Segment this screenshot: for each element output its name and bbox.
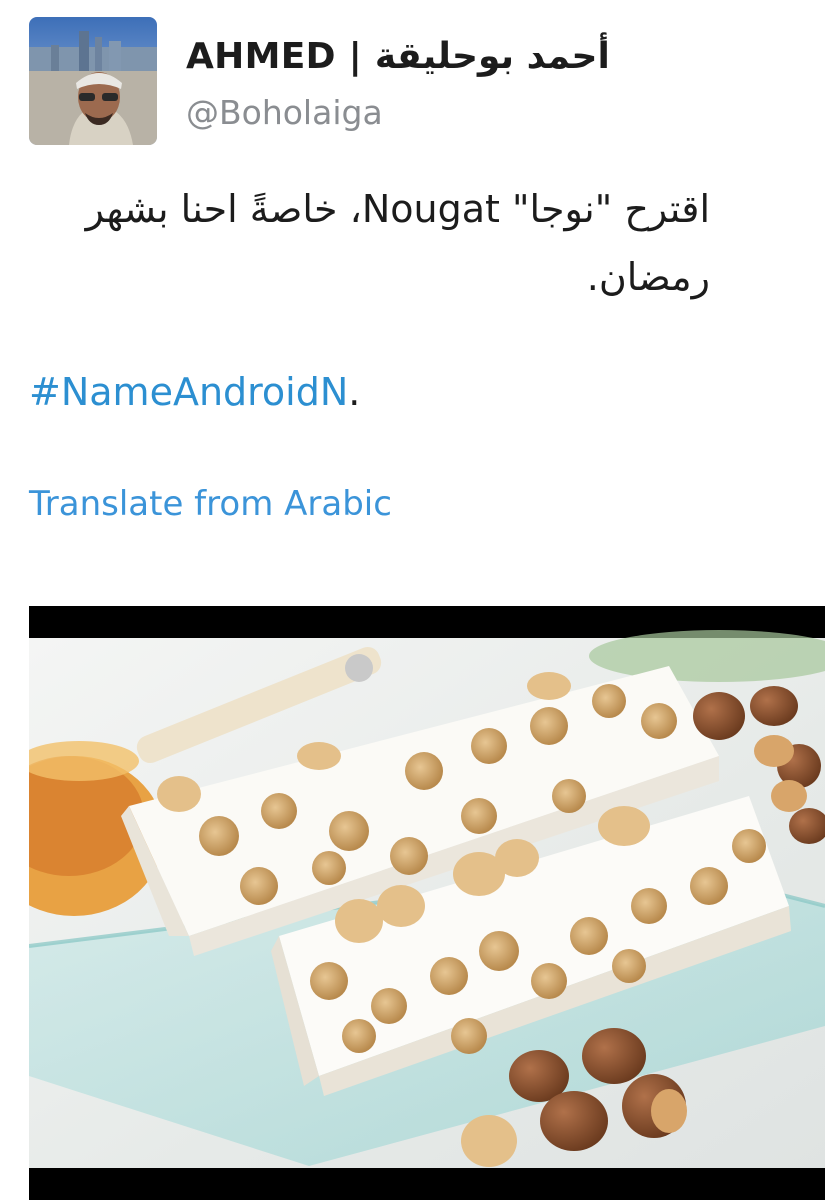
user-handle[interactable]: @Boholaiga xyxy=(186,93,383,132)
nougat-photo-icon xyxy=(29,630,825,1168)
avatar[interactable] xyxy=(29,17,157,145)
tweet-text: اقترح "نوجا" Nougat، خاصةً احنا بشهر رمض… xyxy=(20,175,710,311)
hashtag-link[interactable]: #NameAndroidN xyxy=(29,370,348,414)
hashtag-line: #NameAndroidN. xyxy=(29,370,360,414)
display-name[interactable]: AHMED | أحمد بوحليقة xyxy=(186,36,610,77)
profile-photo-icon xyxy=(29,17,157,145)
translate-link[interactable]: Translate from Arabic xyxy=(29,484,392,524)
tweet-text-line: رمضان. xyxy=(586,255,710,299)
tweet-media[interactable] xyxy=(29,606,825,1200)
tweet-text-line: اقترح "نوجا" Nougat، خاصةً احنا بشهر xyxy=(85,187,710,231)
hashtag-suffix: . xyxy=(348,370,361,414)
